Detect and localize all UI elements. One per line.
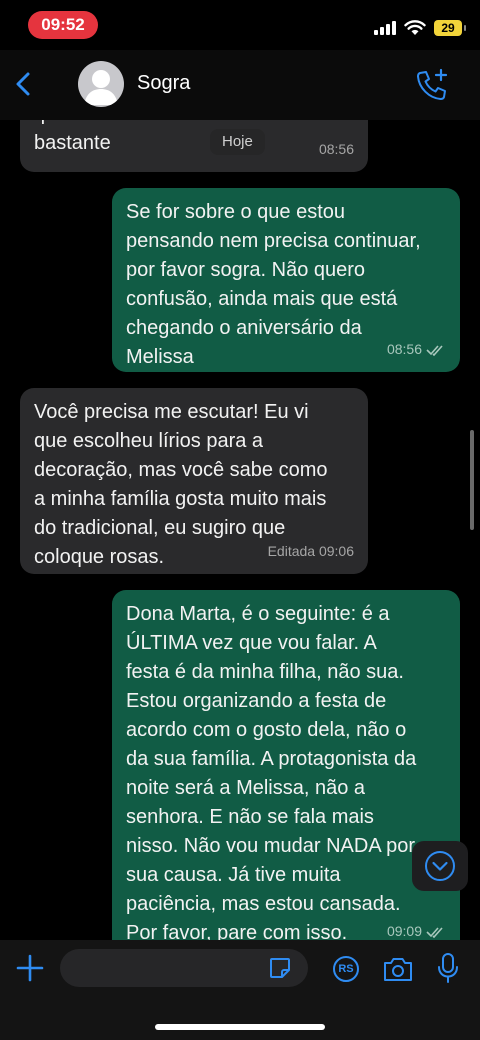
- chevron-left-icon: [16, 72, 30, 96]
- chat-header: Sogra: [0, 50, 480, 120]
- message-text: Dona Marta, é o seguinte: é a ÚLTIMA vez…: [126, 603, 417, 940]
- status-icons: 29: [374, 18, 466, 38]
- date-chip: Hoje: [210, 129, 265, 155]
- message-input-bar: RS: [0, 940, 480, 1040]
- message-bubble-outgoing[interactable]: Dona Marta, é o seguinte: é a ÚLTIMA vez…: [112, 590, 460, 940]
- message-meta: Editada 09:06: [268, 537, 354, 566]
- cellular-signal-icon: [374, 21, 396, 35]
- phone-plus-icon: [417, 68, 448, 100]
- default-avatar-icon: [84, 70, 118, 105]
- status-time: 09:52: [28, 11, 98, 39]
- wifi-icon: [404, 20, 426, 35]
- sticker-button[interactable]: [268, 956, 292, 980]
- voice-message-button[interactable]: [436, 952, 460, 984]
- scroll-to-bottom-button[interactable]: [412, 841, 468, 891]
- attach-button[interactable]: [14, 952, 46, 984]
- message-time: 08:56: [318, 141, 354, 157]
- contact-avatar[interactable]: [78, 61, 124, 107]
- message-bubble-outgoing[interactable]: Se for sobre o que estou pensando nem pr…: [112, 188, 460, 372]
- home-indicator[interactable]: [155, 1024, 325, 1030]
- message-meta: 08:56: [387, 335, 446, 364]
- message-meta: 09:09: [387, 917, 446, 940]
- message-time: 09:09: [386, 923, 422, 939]
- microphone-icon: [438, 953, 458, 983]
- plus-icon: [16, 954, 44, 982]
- contact-name[interactable]: Sogra: [137, 72, 190, 95]
- message-bubble-incoming[interactable]: Você precisa me escutar! Eu vi que escol…: [20, 388, 368, 574]
- camera-button[interactable]: [382, 954, 414, 984]
- chat-area[interactable]: que andam me incomodando bastante 08:56 …: [0, 100, 480, 940]
- camera-icon: [384, 958, 412, 981]
- read-receipt-icon: [426, 926, 443, 938]
- read-receipt-icon: [426, 344, 443, 356]
- battery-indicator: 29: [434, 20, 466, 36]
- sticker-icon: [270, 958, 290, 978]
- message-time: 08:56: [386, 341, 422, 357]
- add-call-button[interactable]: [414, 68, 450, 102]
- scroll-indicator[interactable]: [470, 430, 474, 530]
- back-button[interactable]: [10, 66, 40, 102]
- status-bar: 09:52 29: [0, 0, 480, 50]
- chevron-down-circle-icon: [425, 851, 455, 881]
- message-time: Editada 09:06: [267, 543, 354, 559]
- currency-label: RS: [338, 963, 354, 975]
- currency-button[interactable]: RS: [332, 955, 360, 983]
- message-meta: 08:56: [319, 135, 354, 164]
